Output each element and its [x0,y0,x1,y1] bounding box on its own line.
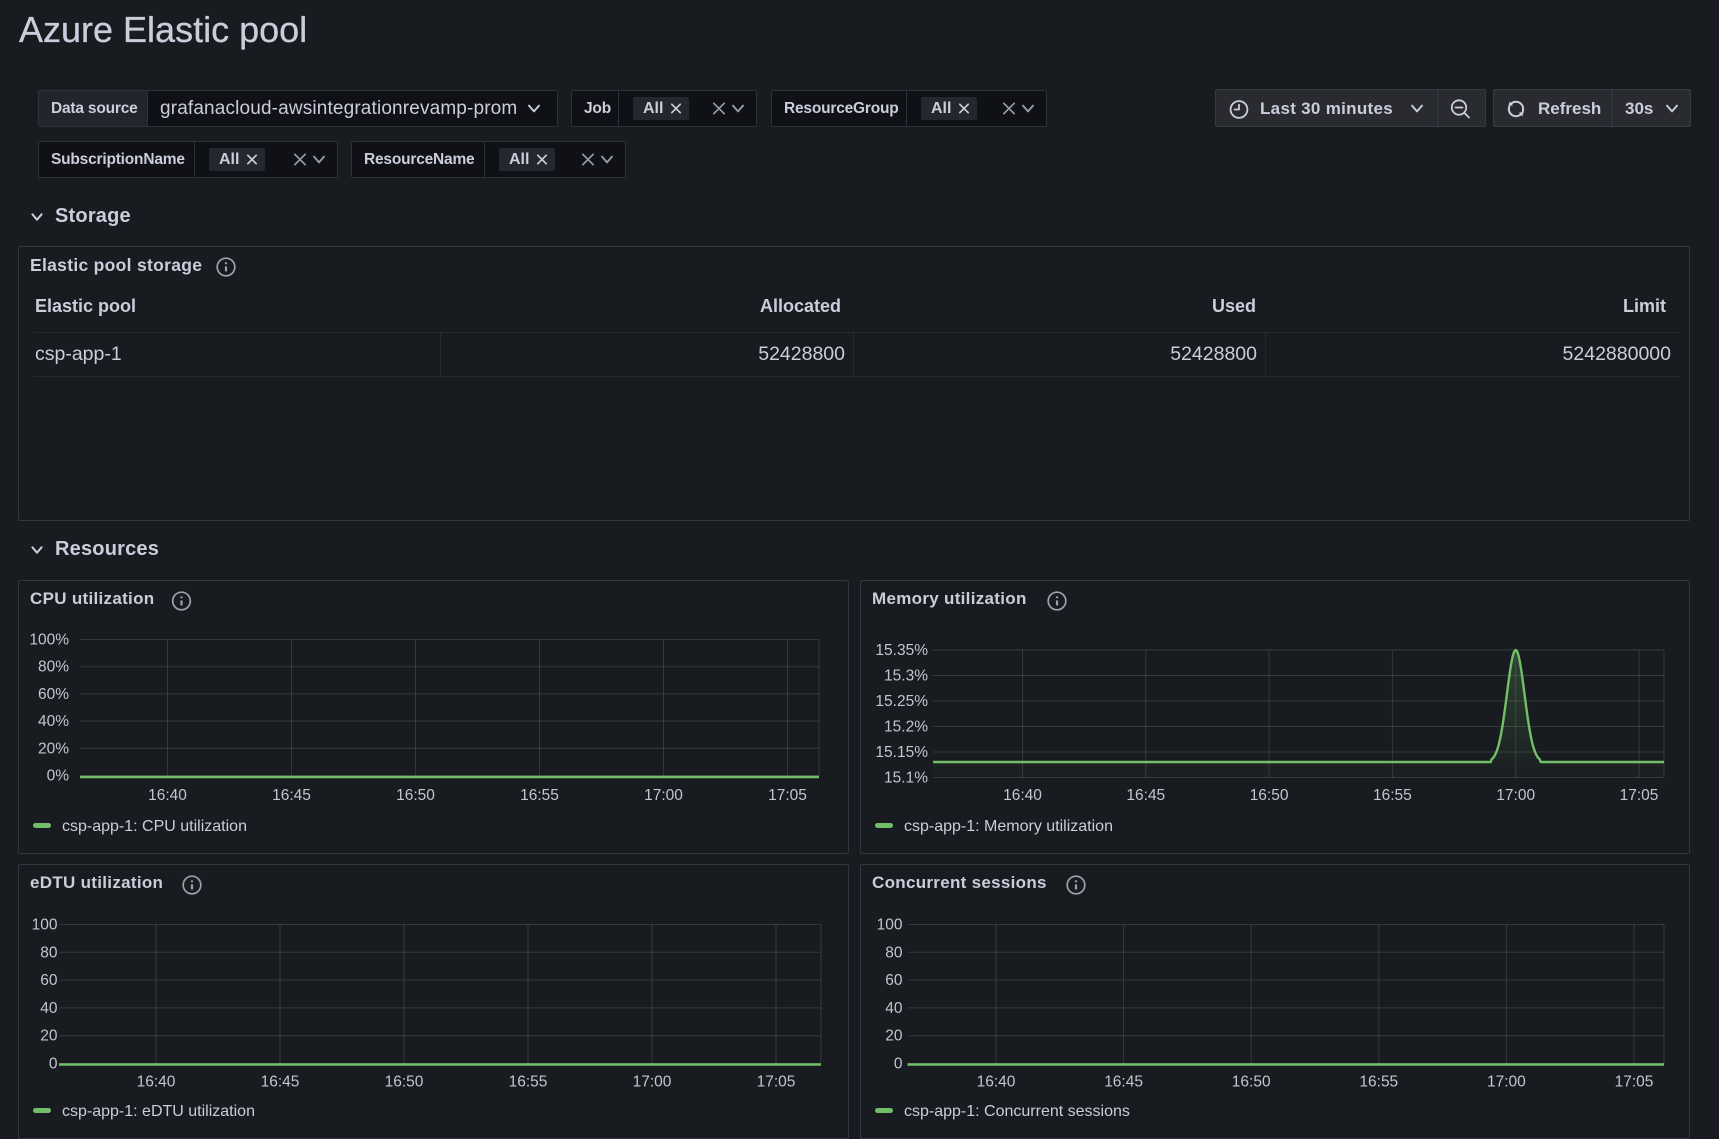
svg-text:15.3%: 15.3% [884,668,928,685]
svg-text:17:00: 17:00 [1496,787,1535,804]
svg-text:20%: 20% [38,740,69,757]
svg-text:16:55: 16:55 [1359,1074,1398,1091]
svg-text:csp-app-1: Concurrent sessions: csp-app-1: Concurrent sessions [904,1103,1130,1120]
svg-text:csp-app-1: Memory utilization: csp-app-1: Memory utilization [904,818,1113,835]
svg-text:60%: 60% [38,686,69,703]
svg-text:16:45: 16:45 [261,1074,300,1091]
svg-text:20: 20 [40,1028,58,1045]
svg-text:16:40: 16:40 [137,1074,176,1091]
svg-text:15.2%: 15.2% [884,719,928,736]
svg-text:16:55: 16:55 [520,787,559,804]
svg-text:16:55: 16:55 [509,1074,548,1091]
svg-text:17:00: 17:00 [644,787,683,804]
svg-text:80: 80 [885,944,903,961]
svg-text:csp-app-1: eDTU utilization: csp-app-1: eDTU utilization [62,1103,255,1120]
svg-text:16:45: 16:45 [272,787,311,804]
svg-text:16:45: 16:45 [1104,1074,1143,1091]
svg-text:15.25%: 15.25% [875,693,928,710]
svg-text:100: 100 [32,917,58,934]
svg-text:40: 40 [40,1000,58,1017]
svg-text:16:45: 16:45 [1126,787,1165,804]
svg-text:60: 60 [40,972,58,989]
svg-text:15.1%: 15.1% [884,770,928,787]
svg-text:16:50: 16:50 [1232,1074,1271,1091]
svg-text:100%: 100% [29,632,69,649]
svg-text:17:05: 17:05 [1620,787,1659,804]
svg-text:100: 100 [877,917,903,934]
svg-text:60: 60 [885,972,903,989]
svg-text:40%: 40% [38,713,69,730]
svg-text:16:40: 16:40 [1003,787,1042,804]
svg-text:16:50: 16:50 [1250,787,1289,804]
svg-text:15.15%: 15.15% [875,744,928,761]
svg-text:0: 0 [49,1056,58,1073]
svg-text:16:40: 16:40 [148,787,187,804]
svg-text:17:00: 17:00 [633,1074,672,1091]
svg-text:20: 20 [885,1028,903,1045]
svg-text:0%: 0% [47,768,70,785]
svg-text:40: 40 [885,1000,903,1017]
svg-text:80: 80 [40,944,58,961]
svg-text:16:50: 16:50 [385,1074,424,1091]
svg-text:80%: 80% [38,659,69,676]
svg-text:17:05: 17:05 [768,787,807,804]
svg-text:17:05: 17:05 [1615,1074,1654,1091]
svg-text:17:00: 17:00 [1487,1074,1526,1091]
svg-text:0: 0 [894,1056,903,1073]
svg-text:16:40: 16:40 [977,1074,1016,1091]
svg-text:15.35%: 15.35% [875,642,928,659]
svg-text:17:05: 17:05 [757,1074,796,1091]
svg-text:csp-app-1: CPU utilization: csp-app-1: CPU utilization [62,818,247,835]
svg-text:16:55: 16:55 [1373,787,1412,804]
svg-text:16:50: 16:50 [396,787,435,804]
